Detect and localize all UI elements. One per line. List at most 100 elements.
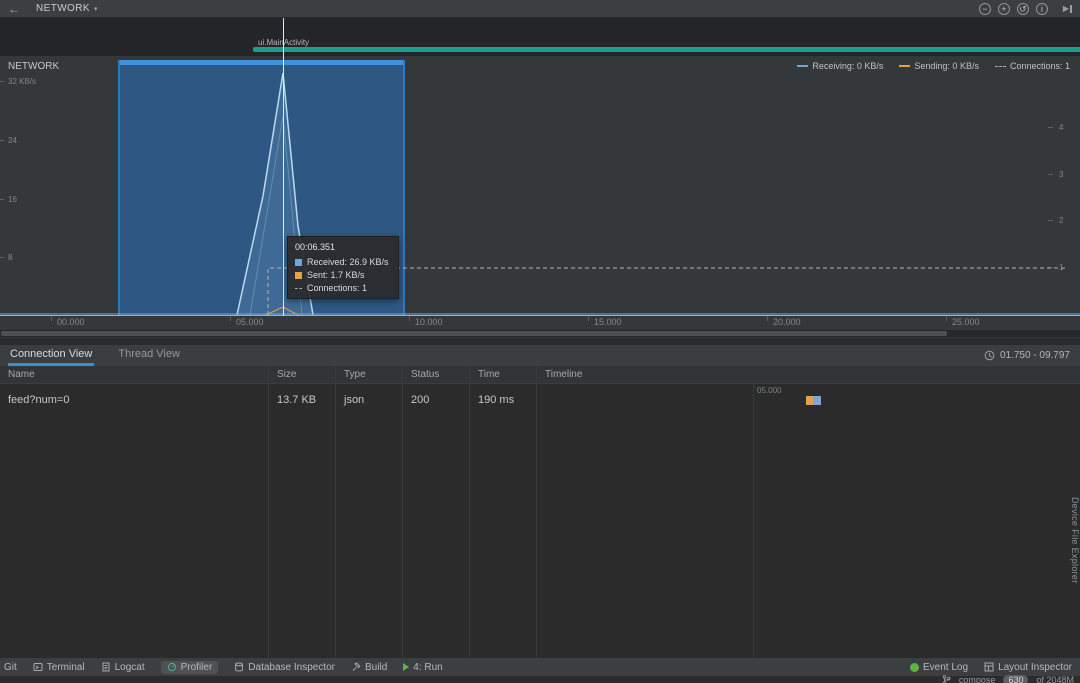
column-header-time[interactable]: Time — [478, 369, 500, 380]
zoom-to-selection-icon[interactable]: i — [1036, 3, 1048, 15]
table-row-status[interactable]: 200 — [411, 394, 429, 406]
x-axis-label: 25.000 — [952, 317, 980, 327]
session-label: NETWORK — [36, 3, 90, 14]
git-branch-widget[interactable]: compose — [959, 675, 996, 683]
status-bar-right: Event Log Layout Inspector — [910, 662, 1072, 673]
x-axis-tick — [409, 316, 410, 321]
connections-dash-icon — [295, 288, 302, 289]
build-hammer-icon — [351, 662, 361, 672]
git-branch-icon — [942, 675, 951, 683]
received-swatch-icon — [295, 259, 302, 266]
git-label: Git — [4, 662, 17, 673]
ide-status-bar: Git Terminal Logcat Profiler — [0, 657, 1080, 676]
table-row-name[interactable]: feed?num=0 — [8, 394, 69, 406]
table-row-size[interactable]: 13.7 KB — [277, 394, 316, 406]
zoom-controls: − + ↺ i ▶ — [979, 3, 1072, 15]
toolwindow-build[interactable]: Build — [351, 662, 387, 673]
tooltip-connections-row: Connections: 1 — [295, 283, 391, 293]
terminal-icon — [33, 662, 43, 672]
x-axis-tick — [51, 316, 52, 321]
x-axis-label: 15.000 — [594, 317, 622, 327]
layout-inspector-icon — [984, 662, 994, 672]
column-divider[interactable] — [335, 366, 336, 657]
database-inspector-label: Database Inspector — [248, 662, 335, 673]
logcat-icon — [101, 662, 111, 672]
timeline-tick-label: 05.000 — [757, 386, 781, 395]
x-axis-label: 05.000 — [236, 317, 264, 327]
column-divider[interactable] — [469, 366, 470, 657]
connection-tabs-bar: Connection View Thread View — [0, 344, 1080, 366]
clock-icon — [984, 350, 995, 361]
x-axis-label: 20.000 — [773, 317, 801, 327]
column-divider[interactable] — [536, 366, 537, 657]
profiler-toolbar: ← NETWORK ▾ − + ↺ i ▶ — [0, 0, 1080, 18]
sent-swatch-icon — [295, 272, 302, 279]
timeline-playhead[interactable] — [283, 18, 284, 316]
toolwindow-profiler[interactable]: Profiler — [161, 661, 219, 674]
memory-total-label: of 2048M — [1036, 675, 1074, 683]
toolwindow-device-file-explorer-tab[interactable]: Device File Explorer — [1070, 497, 1080, 584]
selection-range-indicator: 01.750 - 09.797 — [984, 344, 1070, 366]
go-live-bar — [1070, 5, 1072, 13]
x-axis-label: 10.000 — [415, 317, 443, 327]
request-timeline-bar[interactable] — [806, 396, 821, 405]
table-row-type[interactable]: json — [344, 394, 364, 406]
tooltip-timestamp: 00:06.351 — [295, 242, 391, 252]
tab-thread-view[interactable]: Thread View — [116, 345, 182, 366]
timeline-gridline — [753, 384, 754, 657]
selection-range-text: 01.750 - 09.797 — [1000, 350, 1070, 361]
go-live-icon[interactable]: ▶ — [1063, 5, 1072, 13]
reset-zoom-icon[interactable]: ↺ — [1017, 3, 1029, 15]
toolwindow-run[interactable]: 4: Run — [403, 662, 442, 673]
connection-table-body[interactable] — [0, 384, 1080, 657]
table-row-time[interactable]: 190 ms — [478, 394, 514, 406]
connection-table-header — [0, 366, 1080, 384]
event-log-button[interactable]: Event Log — [910, 662, 968, 673]
x-axis-tick — [767, 316, 768, 321]
logcat-label: Logcat — [115, 662, 145, 673]
chevron-down-icon: ▾ — [94, 5, 98, 13]
zoom-out-icon[interactable]: − — [979, 3, 991, 15]
event-log-label: Event Log — [923, 662, 968, 673]
chart-tooltip: 00:06.351 Received: 26.9 KB/s Sent: 1.7 … — [287, 236, 399, 299]
back-icon[interactable]: ← — [8, 3, 20, 15]
toolwindow-git[interactable]: Git — [4, 662, 17, 673]
terminal-label: Terminal — [47, 662, 85, 673]
column-header-size[interactable]: Size — [277, 369, 296, 380]
tooltip-received-row: Received: 26.9 KB/s — [295, 257, 391, 267]
network-chart-canvas[interactable] — [0, 56, 1080, 316]
layout-inspector-button[interactable]: Layout Inspector — [984, 662, 1072, 673]
received-segment — [813, 396, 821, 405]
x-axis-tick — [946, 316, 947, 321]
timeline-scrollbar[interactable] — [0, 330, 1080, 337]
toolwindow-database-inspector[interactable]: Database Inspector — [234, 662, 335, 673]
tab-connection-view[interactable]: Connection View — [8, 345, 94, 366]
android-studio-profiler-window: ← NETWORK ▾ − + ↺ i ▶ ui.MainActivity NE… — [0, 0, 1080, 683]
tooltip-received-value: Received: 26.9 KB/s — [307, 257, 389, 267]
column-header-type[interactable]: Type — [344, 369, 366, 380]
column-divider[interactable] — [402, 366, 403, 657]
x-axis-tick — [588, 316, 589, 321]
x-axis-label: 00.000 — [57, 317, 85, 327]
run-label: 4: Run — [413, 662, 442, 673]
column-divider[interactable] — [268, 366, 269, 657]
profiler-icon — [167, 662, 177, 672]
build-label: Build — [365, 662, 387, 673]
tooltip-sent-row: Sent: 1.7 KB/s — [295, 270, 391, 280]
column-header-timeline[interactable]: Timeline — [545, 369, 582, 380]
database-icon — [234, 662, 244, 672]
scrollbar-thumb[interactable] — [1, 331, 947, 336]
event-log-icon — [910, 663, 919, 672]
sent-segment — [806, 396, 813, 405]
memory-used-pill[interactable]: 630 — [1003, 675, 1028, 683]
toolwindow-terminal[interactable]: Terminal — [33, 662, 85, 673]
play-icon: ▶ — [1063, 5, 1069, 13]
activity-lifecycle-bar[interactable] — [253, 47, 1080, 52]
column-header-status[interactable]: Status — [411, 369, 439, 380]
layout-inspector-label: Layout Inspector — [998, 662, 1072, 673]
session-selector[interactable]: NETWORK ▾ — [36, 3, 98, 14]
tooltip-connections-value: Connections: 1 — [307, 283, 367, 293]
column-header-name[interactable]: Name — [8, 369, 35, 380]
toolwindow-logcat[interactable]: Logcat — [101, 662, 145, 673]
zoom-in-icon[interactable]: + — [998, 3, 1010, 15]
